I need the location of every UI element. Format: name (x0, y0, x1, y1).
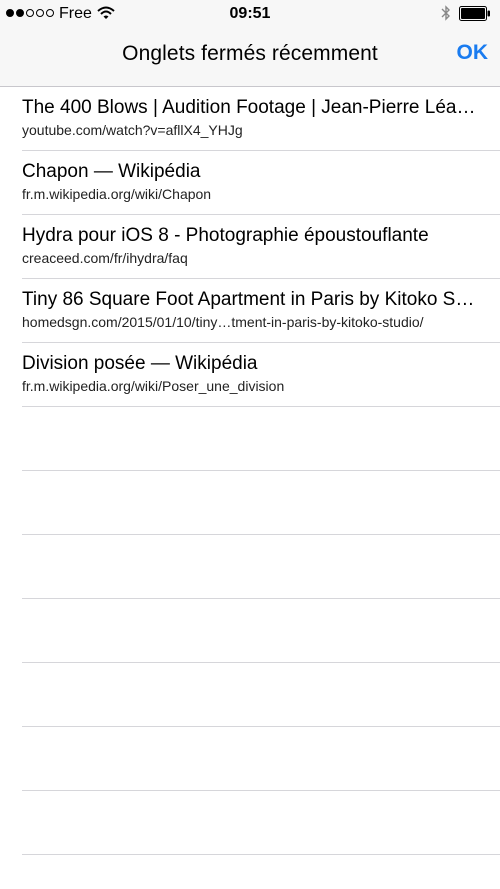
tab-title: Tiny 86 Square Foot Apartment in Paris b… (22, 289, 477, 310)
bluetooth-icon (441, 5, 450, 21)
tab-title: Chapon — Wikipédia (22, 161, 201, 182)
tab-url: youtube.com/watch?v=afllX4_YHJg (22, 122, 243, 138)
list-item[interactable]: The 400 Blows | Audition Footage | Jean-… (22, 87, 500, 151)
battery-icon (459, 6, 490, 21)
empty-row (22, 663, 500, 727)
empty-row (22, 471, 500, 535)
list-item[interactable]: Chapon — Wikipédia fr.m.wikipedia.org/wi… (22, 151, 500, 215)
tab-url: fr.m.wikipedia.org/wiki/Poser_une_divisi… (22, 378, 285, 394)
empty-row (22, 727, 500, 791)
tab-title: Division posée — Wikipédia (22, 353, 258, 374)
empty-row (22, 599, 500, 663)
tab-url: homedsgn.com/2015/01/10/tiny…tment-in-pa… (22, 314, 424, 330)
navigation-bar: Free 09:51 Onglets fermés récemment OK (0, 0, 500, 87)
empty-row (22, 535, 500, 599)
list-item[interactable]: Hydra pour iOS 8 - Photographie époustou… (22, 215, 500, 279)
tab-title: Hydra pour iOS 8 - Photographie époustou… (22, 225, 429, 246)
ok-button[interactable]: OK (457, 41, 489, 65)
tab-url: creaceed.com/fr/ihydra/faq (22, 250, 188, 266)
status-time: 09:51 (229, 5, 271, 22)
tab-title: The 400 Blows | Audition Footage | Jean-… (22, 97, 477, 118)
status-bar: Free 09:51 (0, 0, 500, 28)
list-item[interactable]: Tiny 86 Square Foot Apartment in Paris b… (22, 279, 500, 343)
tab-url: fr.m.wikipedia.org/wiki/Chapon (22, 186, 212, 202)
list-item[interactable]: Division posée — Wikipédia fr.m.wikipedi… (22, 343, 500, 407)
page-title: Onglets fermés récemment (122, 42, 378, 65)
empty-row (22, 791, 500, 855)
recently-closed-tabs-list: The 400 Blows | Audition Footage | Jean-… (0, 87, 500, 855)
empty-row (22, 407, 500, 471)
